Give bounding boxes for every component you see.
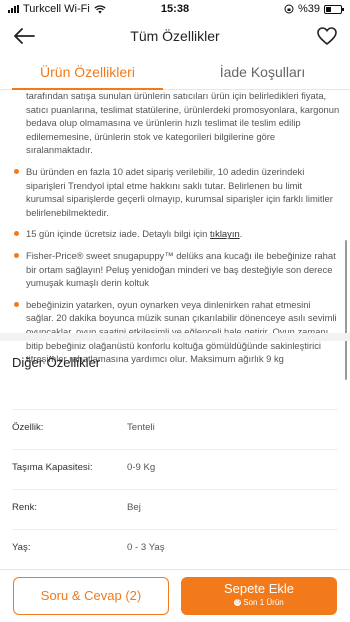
spec-key: Özellik: — [12, 422, 44, 433]
status-bar: Turkcell Wi-Fi 15:38 %39 — [0, 0, 350, 18]
spec-row: Taşıma Kapasitesi: 0-9 Kg — [12, 449, 338, 489]
tab-bar: Ürün Özellikleri İade Koşulları — [0, 54, 350, 90]
list-item: Bu üründen en fazla 10 adet sipariş veri… — [14, 165, 340, 219]
heart-icon[interactable] — [316, 26, 338, 46]
bullet-dot-icon — [14, 168, 19, 174]
clock-icon: ◷ — [234, 599, 242, 607]
spec-row: Özellik: Tenteli — [12, 409, 338, 449]
stock-note: ◷ Son 1 Ürün — [181, 598, 337, 607]
scrollbar[interactable] — [345, 240, 347, 380]
spec-key: Renk: — [12, 502, 38, 513]
bullet-dot-icon — [14, 252, 19, 258]
bullet-text: tarafından satışa sunulan ürünlerin satı… — [26, 91, 340, 156]
return-details-link[interactable]: tıklayın — [210, 228, 240, 239]
page-title: Tüm Özellikler — [130, 28, 220, 44]
spec-value: Bej — [127, 502, 141, 513]
spec-value: 0 - 3 Yaş — [127, 542, 165, 553]
bottom-action-bar: Soru & Cevap (2) Sepete Ekle ◷ Son 1 Ürün — [0, 569, 350, 622]
status-right: %39 — [284, 3, 344, 15]
tab-product-features[interactable]: Ürün Özellikleri — [0, 64, 175, 80]
header: Tüm Özellikler — [0, 18, 350, 54]
lock-rotation-icon — [284, 4, 294, 14]
stock-note-text: Son 1 Ürün — [243, 598, 284, 607]
other-features-title: Diğer Özellikler — [12, 355, 101, 370]
spec-key: Taşıma Kapasitesi: — [12, 462, 93, 473]
active-tab-indicator — [12, 88, 163, 90]
section-divider — [0, 333, 350, 341]
list-item: Fisher-Price® sweet snugapuppy™ delüks a… — [14, 249, 340, 290]
bullet-text: Bu üründen en fazla 10 adet sipariş veri… — [26, 165, 333, 218]
tab-return-conditions[interactable]: İade Koşulları — [175, 64, 350, 80]
spec-value: Tenteli — [127, 422, 155, 433]
spec-row: Yaş: 0 - 3 Yaş — [12, 529, 338, 569]
battery-percent: %39 — [297, 3, 320, 15]
list-item: tarafından satışa sunulan ürünlerin satı… — [14, 91, 340, 157]
add-to-cart-button[interactable]: Sepete Ekle ◷ Son 1 Ürün — [181, 577, 337, 615]
spec-row: Renk: Bej — [12, 489, 338, 529]
battery-icon — [324, 4, 344, 14]
list-item: 15 gün içinde ücretsiz iade. Detaylı bil… — [14, 227, 340, 241]
bullet-suffix: . — [239, 228, 243, 240]
bullet-dot-icon — [14, 301, 19, 307]
bullet-text: Fisher-Price® sweet snugapuppy™ delüks a… — [26, 249, 336, 289]
feature-list: tarafından satışa sunulan ürünlerin satı… — [14, 91, 340, 374]
add-to-cart-label: Sepete Ekle — [223, 581, 295, 596]
bullet-text: 15 gün içinde ücretsiz iade. Detaylı bil… — [26, 228, 210, 240]
content-area[interactable]: tarafından satışa sunulan ürünlerin satı… — [0, 91, 350, 569]
spec-key: Yaş: — [12, 542, 31, 553]
spec-value: 0-9 Kg — [127, 462, 156, 473]
bullet-dot-icon — [14, 231, 19, 237]
qa-button[interactable]: Soru & Cevap (2) — [13, 577, 169, 615]
